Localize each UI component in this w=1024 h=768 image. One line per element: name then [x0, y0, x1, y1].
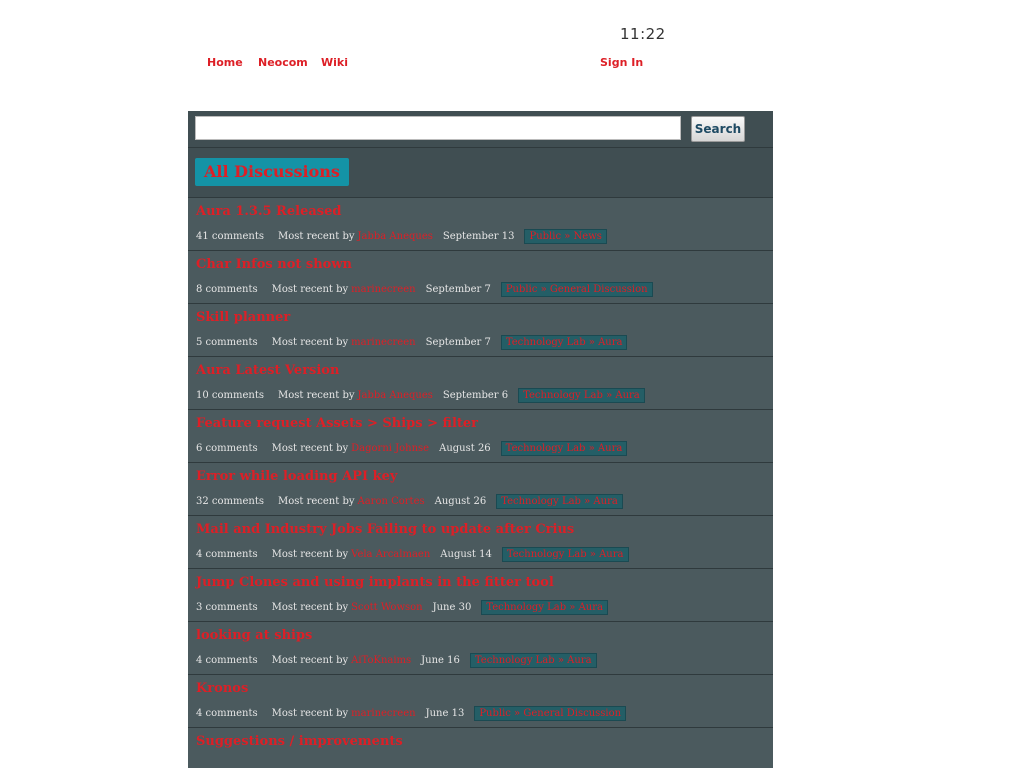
category-link[interactable]: Public » General Discussion [500, 282, 653, 297]
comment-count: 32 comments [196, 496, 264, 507]
comment-count: 4 comments [196, 655, 258, 666]
nav-neocom-link[interactable]: Neocom [258, 56, 308, 69]
discussion-item: Jump Clones and using implants in the fi… [188, 569, 773, 622]
category-link[interactable]: Technology Lab » Aura [518, 388, 645, 403]
comment-count: 10 comments [196, 390, 264, 401]
category-link[interactable]: Technology Lab » Aura [496, 494, 623, 509]
most-recent-label: Most recent by [271, 549, 349, 560]
discussion-date: September 13 [442, 231, 515, 242]
discussion-list: Aura 1.3.5 Released 41 comments Most recen… [188, 198, 773, 768]
most-recent-label: Most recent by [271, 708, 349, 719]
discussion-meta: 6 comments Most recent by Dagorni Johnse Au… [196, 441, 628, 456]
discussion-title-link[interactable]: Feature request Assets > Ships > filter [196, 416, 478, 431]
clock: 11:22 [620, 25, 666, 43]
most-recent-label: Most recent by [271, 602, 349, 613]
category-link[interactable]: Technology Lab » Aura [500, 335, 628, 350]
most-recent-user-link[interactable]: Aaron Cortes [358, 496, 425, 507]
discussion-title-link[interactable]: Error while loading API key [196, 469, 397, 484]
most-recent-label: Most recent by [278, 231, 355, 242]
most-recent-user-link[interactable]: Jabba Aneques [358, 231, 433, 242]
discussion-item: Kronos 4 comments Most recent by marinecree… [188, 675, 773, 728]
discussion-date: June 16 [421, 655, 460, 666]
comment-count: 5 comments [196, 337, 258, 348]
discussion-date: September 7 [425, 284, 491, 295]
most-recent-user-link[interactable]: marinecreen [351, 337, 415, 348]
most-recent-label: Most recent by [278, 496, 355, 507]
discussions-panel: Search All Discussions Aura 1.3.5 Releas… [188, 111, 773, 768]
most-recent-label: Most recent by [278, 390, 355, 401]
category-link[interactable]: Technology Lab » Aura [501, 547, 629, 562]
most-recent-user-link[interactable]: Scott Wowson [351, 602, 422, 613]
comment-count: 6 comments [196, 443, 258, 454]
discussion-title-link[interactable]: Aura Latest Version [196, 363, 339, 378]
discussion-title-link[interactable]: Char Infos not shown [196, 257, 352, 272]
most-recent-user-link[interactable]: Jabba Aneques [358, 390, 433, 401]
discussion-date: June 13 [425, 708, 465, 719]
search-input[interactable] [195, 116, 681, 140]
all-discussions-tab[interactable]: All Discussions [195, 158, 349, 186]
category-link[interactable]: Technology Lab » Aura [469, 653, 597, 668]
search-button[interactable]: Search [691, 116, 745, 142]
category-link[interactable]: Public » General Discussion [474, 706, 627, 721]
discussion-item: Feature request Assets > Ships > filter 6… [188, 410, 773, 463]
discussion-meta: 4 comments Most recent by AiToKnaims June 1… [196, 653, 597, 668]
most-recent-label: Most recent by [271, 337, 349, 348]
discussion-meta: 32 comments Most recent by Aaron Cortes Aug… [196, 494, 623, 509]
discussion-item: Aura 1.3.5 Released 41 comments Most recen… [188, 198, 773, 251]
discussion-meta: 5 comments Most recent by marinecreen Septe… [196, 335, 628, 350]
discussion-item: Aura Latest Version 10 comments Most recen… [188, 357, 773, 410]
discussion-meta: 3 comments Most recent by Scott Wowson June… [196, 600, 608, 615]
nav-home-link[interactable]: Home [207, 56, 243, 69]
search-bar: Search [188, 111, 773, 148]
most-recent-user-link[interactable]: Vela Arcalmaen [351, 549, 430, 560]
comment-count: 8 comments [196, 284, 258, 295]
discussion-title-link[interactable]: Skill planner [196, 310, 290, 325]
discussion-date: September 7 [425, 337, 491, 348]
discussion-item: Char Infos not shown 8 comments Most recen… [188, 251, 773, 304]
most-recent-user-link[interactable]: Dagorni Johnse [351, 443, 429, 454]
comment-count: 41 comments [196, 231, 264, 242]
discussion-meta: 10 comments Most recent by Jabba Aneques Se… [196, 388, 645, 403]
discussion-date: August 26 [439, 443, 491, 454]
discussion-date: September 6 [442, 390, 509, 401]
discussion-meta: 41 comments Most recent by Jabba Aneques Se… [196, 229, 607, 244]
heading-bar: All Discussions [188, 148, 773, 198]
discussion-title-link[interactable]: Aura 1.3.5 Released [196, 204, 341, 219]
discussion-meta: 4 comments Most recent by Vela Arcalmaen Au… [196, 547, 629, 562]
category-link[interactable]: Technology Lab » Aura [481, 600, 608, 615]
sign-in-link[interactable]: Sign In [600, 56, 643, 69]
comment-count: 4 comments [196, 549, 258, 560]
most-recent-label: Most recent by [271, 443, 349, 454]
discussion-title-link[interactable]: Mail and Industry Jobs Failing to update… [196, 522, 574, 537]
most-recent-label: Most recent by [271, 284, 349, 295]
discussion-date: June 30 [432, 602, 472, 613]
discussion-title-link[interactable]: Suggestions / improvements [196, 734, 403, 749]
discussion-title-link[interactable]: Kronos [196, 681, 248, 696]
discussion-item: Error while loading API key 32 comments Mo… [188, 463, 773, 516]
nav-wiki-link[interactable]: Wiki [321, 56, 348, 69]
most-recent-label: Most recent by [271, 655, 349, 666]
most-recent-user-link[interactable]: AiToKnaims [351, 655, 411, 666]
discussion-meta: 8 comments Most recent by marinecreen Septe… [196, 282, 653, 297]
category-link[interactable]: Public » News [524, 229, 607, 244]
comment-count: 4 comments [196, 708, 258, 719]
discussion-item: looking at ships 4 comments Most recent by… [188, 622, 773, 675]
most-recent-user-link[interactable]: marinecreen [351, 708, 415, 719]
category-link[interactable]: Technology Lab » Aura [500, 441, 628, 456]
discussion-title-link[interactable]: Jump Clones and using implants in the fi… [196, 575, 554, 590]
discussion-item: Mail and Industry Jobs Failing to update… [188, 516, 773, 569]
most-recent-user-link[interactable]: marinecreen [351, 284, 415, 295]
discussion-date: August 14 [440, 549, 492, 560]
discussion-item: Suggestions / improvements [188, 728, 773, 768]
comment-count: 3 comments [196, 602, 258, 613]
discussion-date: August 26 [434, 496, 487, 507]
discussion-title-link[interactable]: looking at ships [196, 628, 312, 643]
discussion-meta: 4 comments Most recent by marinecreen June … [196, 706, 627, 721]
discussion-item: Skill planner 5 comments Most recent by mar… [188, 304, 773, 357]
